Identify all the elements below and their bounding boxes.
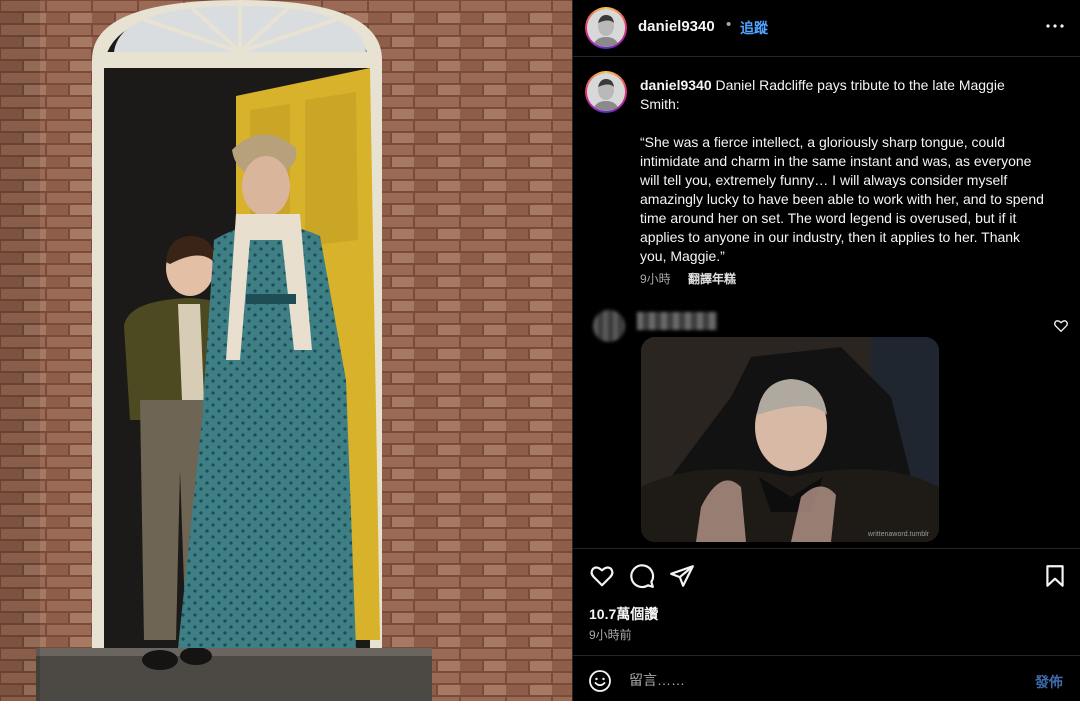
- post-photo[interactable]: [0, 0, 572, 701]
- post-photo-image: [0, 0, 572, 701]
- separator-dot: •: [726, 16, 732, 33]
- caption-meta: 9小時 翻譯年糕: [640, 270, 736, 287]
- caption-avatar[interactable]: [585, 71, 627, 113]
- comment-input[interactable]: [629, 669, 1009, 691]
- post-comment-button[interactable]: 發佈: [1035, 672, 1063, 692]
- post-header: daniel9340 • 追蹤: [573, 0, 1080, 57]
- gif-watermark: writtenaword.tumblr: [867, 531, 929, 538]
- post-username[interactable]: daniel9340: [638, 18, 715, 35]
- comment-username-blurred[interactable]: [637, 312, 717, 330]
- caption-time: 9小時: [640, 272, 671, 286]
- action-bar: [573, 548, 1080, 602]
- avatar-face: [587, 9, 625, 47]
- comment-gif[interactable]: writtenaword.tumblr: [641, 337, 939, 542]
- send-icon[interactable]: [669, 563, 695, 589]
- more-horizontal-icon[interactable]: [1043, 14, 1067, 38]
- bookmark-icon[interactable]: [1042, 563, 1068, 589]
- comment-like-heart-icon[interactable]: [1053, 318, 1069, 334]
- translate-link[interactable]: 翻譯年糕: [688, 272, 736, 286]
- comment-composer: 發佈: [573, 655, 1080, 701]
- caption-username[interactable]: daniel9340: [640, 77, 712, 93]
- caption-avatar-face: [587, 73, 625, 111]
- caption-text-block: daniel9340 Daniel Radcliffe pays tribute…: [640, 76, 1048, 266]
- post-time-ago: 9小時前: [589, 628, 632, 642]
- comment-icon[interactable]: [629, 563, 655, 589]
- likes-count[interactable]: 10.7萬個讚: [589, 604, 658, 624]
- avatar[interactable]: [585, 7, 627, 49]
- follow-button[interactable]: 追蹤: [740, 18, 768, 38]
- smiley-icon[interactable]: [588, 669, 612, 693]
- post-detail-panel: daniel9340 • 追蹤 daniel9340 Daniel Radcli…: [572, 0, 1080, 701]
- heart-icon[interactable]: [589, 563, 615, 589]
- caption-body: Daniel Radcliffe pays tribute to the lat…: [640, 77, 1044, 264]
- comment-gif-image: [641, 337, 939, 542]
- comment-avatar-blurred[interactable]: [593, 310, 625, 342]
